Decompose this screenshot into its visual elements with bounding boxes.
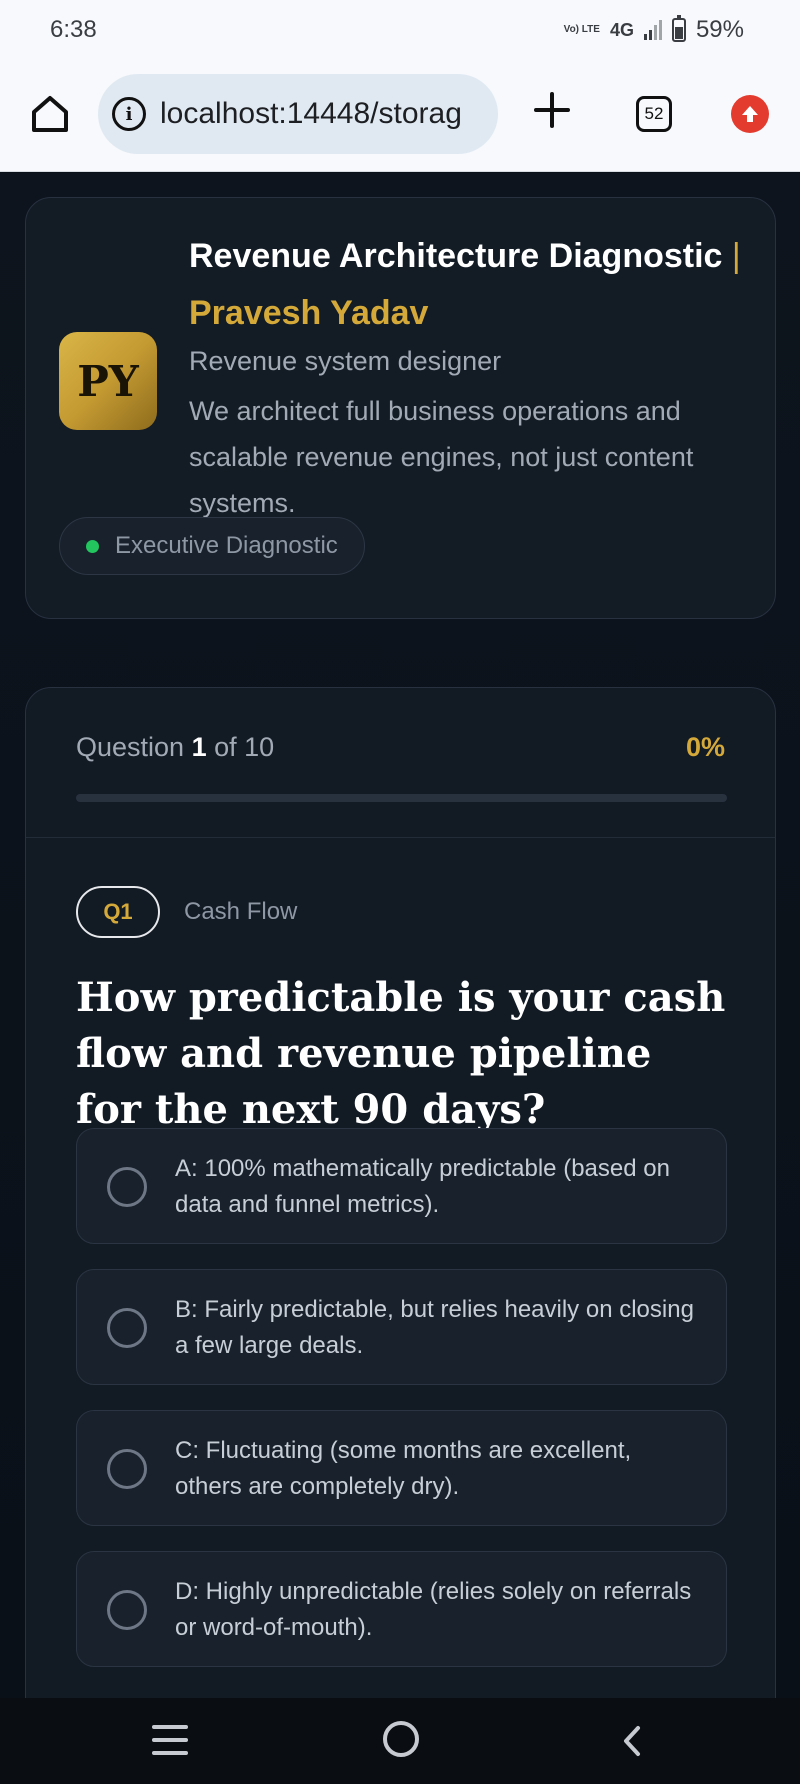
home-button[interactable] [28,92,72,136]
tab-switcher-button[interactable]: 52 [636,96,672,132]
new-tab-button[interactable] [530,88,574,140]
volte-icon: Vo) LTE [563,24,600,35]
signal-icon [643,20,662,40]
battery-icon [671,15,686,42]
answer-option-b[interactable]: B: Fairly predictable, but relies heavil… [76,1269,727,1385]
answer-option-c[interactable]: C: Fluctuating (some months are excellen… [76,1410,727,1526]
recent-apps-button[interactable] [152,1725,188,1755]
title-separator: | [731,237,741,275]
radio-icon[interactable] [107,1590,147,1630]
status-badge: Executive Diagnostic [59,517,365,575]
current-question-number: 1 [191,732,207,762]
battery-percent: 59% [695,16,744,43]
avatar: PY [59,332,157,430]
progress-header: Question 1 of 10 0% [26,688,775,838]
page-content: PY Revenue Architecture Diagnostic | Pra… [0,173,800,1698]
profile-card: PY Revenue Architecture Diagnostic | Pra… [25,197,776,619]
address-bar[interactable]: i localhost:14448/storag [98,74,498,154]
system-nav-bar [0,1698,800,1784]
question-category: Cash Flow [184,898,298,925]
question-tag: Q1 [76,886,160,938]
radio-icon[interactable] [107,1449,147,1489]
update-button[interactable] [731,95,769,133]
arrow-up-icon [742,106,758,122]
status-indicators: Vo) LTE 4G 59% [563,15,744,44]
option-label: B: Fairly predictable, but relies heavil… [175,1296,694,1359]
status-time: 6:38 [50,16,97,43]
plus-icon [534,92,570,128]
option-label: A: 100% mathematically predictable (base… [175,1155,670,1218]
home-icon [32,96,68,132]
radio-icon[interactable] [107,1167,147,1207]
answer-option-a[interactable]: A: 100% mathematically predictable (base… [76,1128,727,1244]
chevron-left-icon [624,1726,640,1756]
status-bar: 6:38 Vo) LTE 4G 59% [0,0,800,58]
system-home-button[interactable] [383,1721,419,1757]
browser-toolbar: i localhost:14448/storag 52 [0,58,800,172]
option-label: D: Highly unpredictable (relies solely o… [175,1578,692,1641]
back-button[interactable] [616,1724,650,1758]
question-text: How predictable is your cash flow and re… [76,974,726,1133]
question-counter: Question 1 of 10 [76,732,274,763]
author-role: Revenue system designer [189,346,502,376]
option-label: C: Fluctuating (some months are excellen… [175,1437,632,1500]
quiz-card: Question 1 of 10 0% Q1 Cash Flow How pre… [25,687,776,1698]
total-questions: of 10 [214,732,275,762]
info-icon[interactable]: i [112,97,146,131]
radio-icon[interactable] [107,1308,147,1348]
badge-label: Executive Diagnostic [115,532,338,559]
author-description: We architect full business operations an… [189,396,694,518]
question-label: Question [76,732,185,762]
progress-percent: 0% [685,732,725,762]
diagnostic-title: Revenue Architecture Diagnostic [189,237,723,275]
page-title: Revenue Architecture Diagnostic | Praves… [189,228,749,342]
url-text: localhost:14448/storag [160,97,462,130]
author-name: Pravesh Yadav [189,294,429,332]
answer-option-d[interactable]: D: Highly unpredictable (relies solely o… [76,1551,727,1667]
status-dot-icon [86,539,99,553]
progress-bar [76,794,727,802]
network-type: 4G [609,19,634,40]
